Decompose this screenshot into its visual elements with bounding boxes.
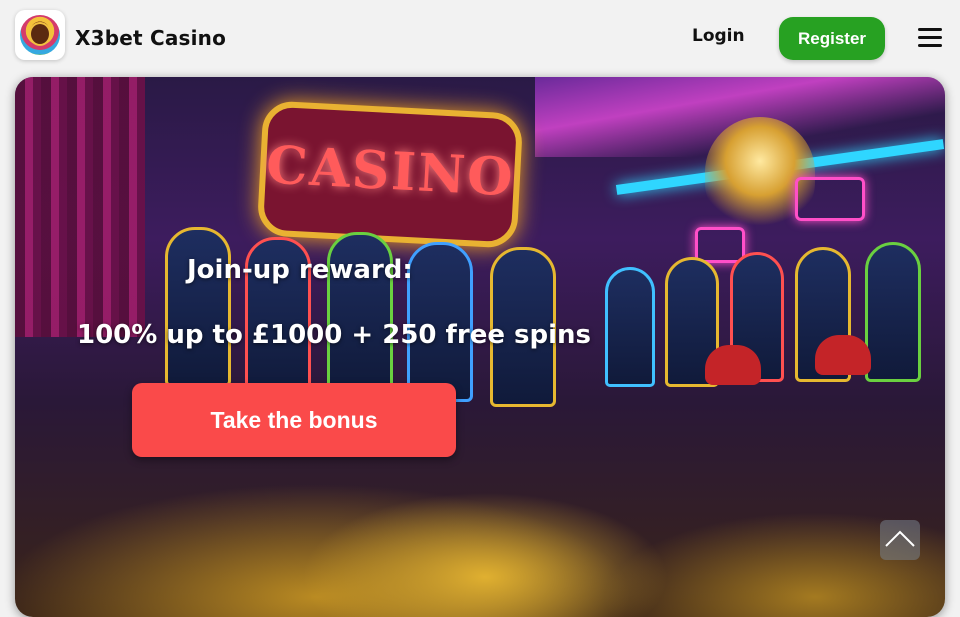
- casino-chair: [815, 335, 871, 375]
- brand-name[interactable]: X3bet Casino: [75, 26, 226, 50]
- casino-logo-icon[interactable]: [15, 10, 65, 60]
- register-button[interactable]: Register: [779, 17, 885, 60]
- curtain-decoration: [15, 77, 145, 337]
- chevron-up-icon: [885, 530, 915, 547]
- slot-machine: [165, 227, 231, 387]
- casino-chair: [705, 345, 761, 385]
- hamburger-menu-icon[interactable]: [916, 24, 944, 52]
- slot-machine: [865, 242, 921, 382]
- reward-title: Join-up reward:: [187, 255, 413, 285]
- site-header: X3bet Casino Login Register: [0, 0, 960, 76]
- take-bonus-button[interactable]: Take the bonus: [132, 383, 456, 457]
- login-link[interactable]: Login: [692, 26, 745, 46]
- hero-banner: CASINO Join-up reward: 100% up to £1000 …: [15, 77, 945, 617]
- casino-neon-sign: CASINO: [256, 100, 524, 249]
- scroll-to-top-button[interactable]: [880, 520, 920, 560]
- neon-sign-decoration: [695, 227, 745, 263]
- neon-sign-decoration: [795, 177, 865, 221]
- reward-offer: 100% up to £1000 + 250 free spins: [77, 320, 591, 350]
- casino-sign-text: CASINO: [264, 134, 517, 209]
- slot-machine: [605, 267, 655, 387]
